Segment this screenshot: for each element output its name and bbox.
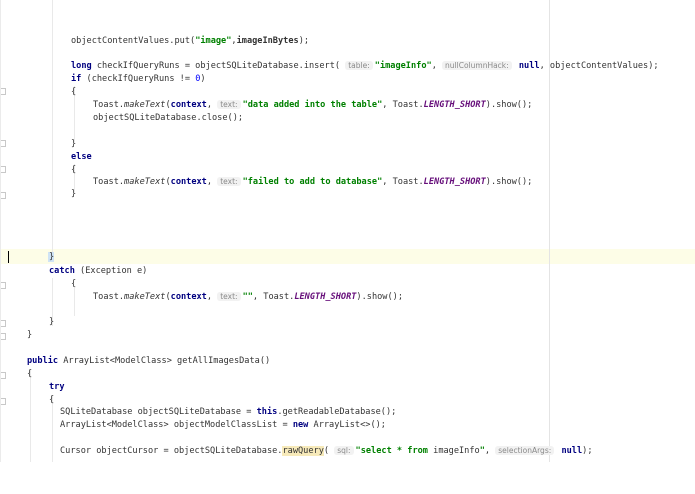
code-line: SQLiteDatabase objectSQLiteDatabase = th… [60,407,397,417]
indent-guide [52,0,53,262]
code-line: catch (Exception e) [49,266,148,276]
code-line: try [49,382,65,392]
fold-marker-icon[interactable] [1,192,6,199]
code-line: } [49,252,55,262]
fold-marker-icon[interactable] [1,333,6,340]
code-line: { [71,279,77,289]
fold-marker-icon[interactable] [1,320,6,327]
code-line: if (checkIfQueryRuns != 0) [71,74,206,84]
fold-marker-icon[interactable] [1,140,6,147]
code-line: } [27,330,33,340]
current-line-highlight [0,249,695,264]
fold-marker-icon[interactable] [1,88,6,95]
code-line: Cursor objectCursor = objectSQLiteDataba… [60,446,593,456]
highlighted-method: rawQuery [282,446,324,456]
code-line: { [71,87,77,97]
code-line: public ArrayList<ModelClass> getAllImage… [27,356,271,366]
code-line: objectSQLiteDatabase.close(); [93,113,244,123]
fold-marker-icon[interactable] [1,282,6,289]
code-line: { [49,395,55,405]
parameter-hint: nullColumnHack: [442,61,512,70]
parameter-hint: sql: [334,446,354,455]
code-line: { [27,369,33,379]
blank-area [0,462,695,494]
parameter-hint: text: [217,292,241,301]
code-editor[interactable]: objectContentValues.put("image",imageInB… [0,0,695,462]
code-line: Toast.makeText(context, text: "", Toast.L… [93,292,403,302]
code-line: objectContentValues.put("image",imageInB… [71,36,310,46]
code-line: ArrayList<ModelClass> objectModelClassLi… [60,420,386,430]
parameter-hint: table: [345,61,373,70]
code-line: } [71,189,77,199]
text-caret [8,251,9,263]
fold-marker-icon[interactable] [1,372,6,379]
indent-guide [30,370,31,462]
code-line: else [71,152,92,162]
code-line: { [71,165,77,175]
code-line: Toast.makeText(context, text: "data added… [93,100,533,110]
gutter-border [0,0,1,462]
fold-marker-icon[interactable] [1,398,6,405]
parameter-hint: text: [217,100,241,109]
code-line: long checkIfQueryRuns = objectSQLiteData… [71,61,659,71]
fold-marker-icon[interactable] [1,166,6,173]
code-line: Toast.makeText(context, text: "failed to … [93,177,533,187]
parameter-hint: selectionArgs: [495,446,555,455]
code-line: } [49,317,55,327]
indent-guide [74,288,75,316]
code-line: } [71,139,77,149]
parameter-hint: text: [217,177,241,186]
